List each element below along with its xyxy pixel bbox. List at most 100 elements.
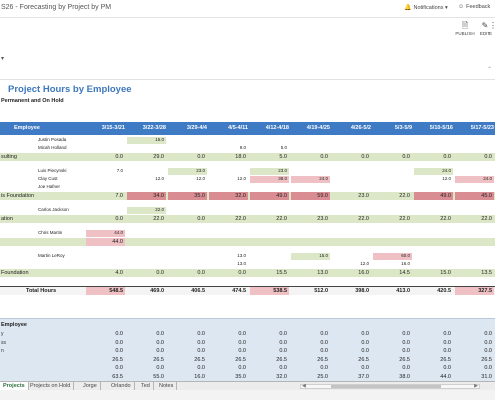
hours-cell[interactable] — [414, 253, 453, 260]
summary-cell[interactable]: 0.0 — [291, 348, 330, 356]
hours-cell[interactable]: 0.0 — [127, 269, 166, 277]
hours-cell[interactable] — [291, 145, 330, 152]
hours-cell[interactable]: 49.0 — [414, 192, 453, 200]
summary-cell[interactable]: 26.5 — [373, 357, 412, 365]
total-hours-cell[interactable]: 420.5 — [414, 287, 453, 295]
hours-cell[interactable] — [373, 176, 412, 183]
hours-cell[interactable]: 44.0 — [86, 230, 125, 237]
hours-cell[interactable] — [168, 207, 207, 214]
total-hours-cell[interactable]: 469.0 — [127, 287, 166, 295]
summary-cell[interactable]: 0.0 — [250, 331, 289, 339]
total-hours-cell[interactable]: 474.5 — [209, 287, 248, 295]
hours-cell[interactable] — [168, 253, 207, 260]
summary-cell[interactable]: 0.0 — [414, 331, 453, 339]
summary-cell[interactable]: 0.0 — [86, 340, 125, 348]
hours-cell[interactable]: 0.0 — [86, 215, 125, 223]
hours-cell[interactable] — [455, 238, 494, 246]
hours-cell[interactable] — [86, 207, 125, 214]
hours-cell[interactable]: 12.0 — [168, 176, 207, 183]
hours-cell[interactable]: 22.0 — [414, 215, 453, 223]
hours-cell[interactable]: 60.0 — [373, 253, 412, 260]
summary-cell[interactable]: 0.0 — [291, 340, 330, 348]
hours-cell[interactable]: 12.0 — [127, 176, 166, 183]
summary-cell[interactable]: 26.5 — [414, 357, 453, 365]
summary-cell[interactable]: 26.5 — [455, 357, 494, 365]
hours-cell[interactable] — [373, 168, 412, 175]
hours-cell[interactable] — [86, 176, 125, 183]
hours-cell[interactable]: 0.0 — [455, 153, 494, 161]
summary-cell[interactable]: 0.0 — [209, 340, 248, 348]
hours-cell[interactable] — [373, 145, 412, 152]
hours-cell[interactable]: 22.0 — [332, 215, 371, 223]
hours-cell[interactable]: 22.0 — [127, 207, 166, 214]
summary-cell[interactable]: 0.0 — [168, 348, 207, 356]
hours-cell[interactable]: 15.0 — [291, 253, 330, 260]
hours-cell[interactable]: 15.0 — [127, 137, 166, 144]
hours-cell[interactable] — [291, 137, 330, 144]
hours-cell[interactable] — [373, 230, 412, 237]
hours-cell[interactable]: 23.0 — [332, 192, 371, 200]
summary-cell[interactable]: 0.0 — [250, 348, 289, 356]
hours-cell[interactable] — [332, 238, 371, 246]
hours-cell[interactable] — [332, 184, 371, 191]
chevron-up-icon[interactable]: ⌃ — [487, 66, 492, 73]
hours-cell[interactable] — [86, 253, 125, 260]
hours-cell[interactable] — [127, 238, 166, 246]
summary-cell[interactable]: 0.0 — [455, 365, 494, 373]
hours-cell[interactable] — [127, 184, 166, 191]
hours-cell[interactable]: 13.0 — [209, 261, 248, 268]
summary-cell[interactable]: 0.0 — [332, 348, 371, 356]
summary-cell[interactable]: 0.0 — [127, 331, 166, 339]
hours-cell[interactable] — [209, 184, 248, 191]
hours-cell[interactable] — [332, 253, 371, 260]
hours-cell[interactable]: 24.0 — [291, 176, 330, 183]
summary-cell[interactable]: 0.0 — [250, 340, 289, 348]
hours-cell[interactable] — [414, 137, 453, 144]
hours-cell[interactable] — [373, 184, 412, 191]
summary-cell[interactable]: 0.0 — [373, 331, 412, 339]
hours-cell[interactable]: 23.0 — [168, 168, 207, 175]
hours-cell[interactable]: 0.0 — [168, 215, 207, 223]
hours-cell[interactable] — [168, 145, 207, 152]
summary-cell[interactable]: 26.5 — [250, 357, 289, 365]
hours-cell[interactable]: 13.0 — [209, 253, 248, 260]
summary-cell[interactable]: 0.0 — [250, 365, 289, 373]
summary-cell[interactable]: 0.0 — [168, 365, 207, 373]
hours-cell[interactable] — [414, 261, 453, 268]
hours-cell[interactable] — [250, 238, 289, 246]
hours-cell[interactable] — [332, 176, 371, 183]
hours-cell[interactable]: 22.0 — [373, 192, 412, 200]
hours-cell[interactable]: 0.0 — [168, 153, 207, 161]
hours-cell[interactable]: 0.0 — [332, 153, 371, 161]
hours-cell[interactable]: 0.0 — [168, 269, 207, 277]
hours-cell[interactable]: 44.0 — [86, 238, 125, 246]
scroll-right-icon[interactable]: ▶ — [474, 383, 478, 389]
hours-cell[interactable]: 0.0 — [291, 153, 330, 161]
summary-cell[interactable]: 0.0 — [86, 365, 125, 373]
summary-cell[interactable]: 0.0 — [168, 340, 207, 348]
hours-cell[interactable] — [332, 137, 371, 144]
hours-cell[interactable]: 45.0 — [455, 192, 494, 200]
hours-cell[interactable] — [414, 207, 453, 214]
hours-cell[interactable] — [127, 145, 166, 152]
hours-cell[interactable] — [332, 145, 371, 152]
hours-cell[interactable]: 7.0 — [86, 168, 125, 175]
hours-cell[interactable] — [414, 238, 453, 246]
summary-cell[interactable]: 0.0 — [127, 365, 166, 373]
hours-cell[interactable] — [455, 168, 494, 175]
hours-cell[interactable] — [291, 261, 330, 268]
hours-cell[interactable] — [332, 207, 371, 214]
horizontal-scrollbar[interactable]: ◀ ▶ — [300, 383, 480, 389]
scroll-left-icon[interactable]: ◀ — [302, 383, 306, 389]
summary-cell[interactable]: 0.0 — [373, 365, 412, 373]
hours-cell[interactable] — [455, 145, 494, 152]
summary-cell[interactable]: 0.0 — [455, 348, 494, 356]
hours-cell[interactable] — [250, 207, 289, 214]
hours-cell[interactable] — [250, 184, 289, 191]
hours-cell[interactable] — [414, 145, 453, 152]
summary-cell[interactable]: 0.0 — [332, 365, 371, 373]
hours-cell[interactable] — [373, 207, 412, 214]
hours-cell[interactable] — [209, 137, 248, 144]
total-hours-cell[interactable]: 538.5 — [250, 287, 289, 295]
hours-cell[interactable]: 34.0 — [127, 192, 166, 200]
